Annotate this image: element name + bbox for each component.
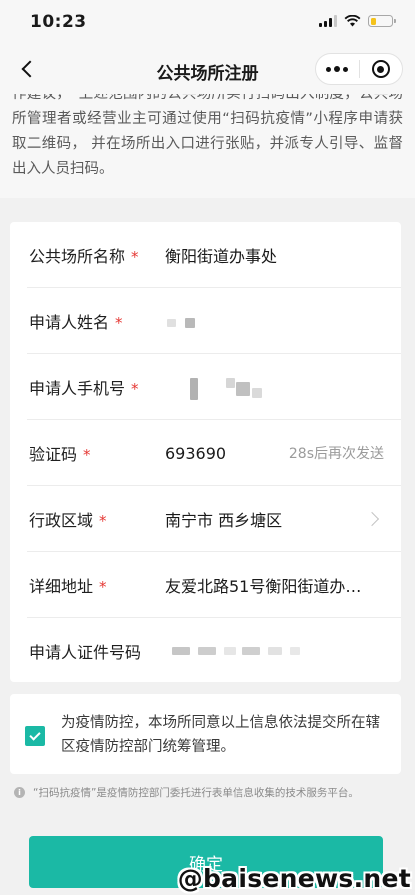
miniprogram-capsule — [315, 53, 403, 85]
redacted-block — [224, 647, 236, 655]
redacted-block — [242, 647, 260, 655]
redacted-block — [252, 388, 262, 398]
target-circle-icon — [371, 60, 390, 78]
redacted-block — [190, 378, 198, 400]
id-number-row[interactable]: 申请人证件号码 — [10, 618, 401, 684]
required-mark: * — [131, 380, 139, 398]
verification-code-label: 验证码 * — [29, 445, 91, 464]
address-row[interactable]: 详细地址 * 友爱北路51号衡阳街道办… — [10, 552, 401, 618]
venue-name-row[interactable]: 公共场所名称 * 衡阳街道办事处 — [10, 222, 401, 288]
venue-name-label: 公共场所名称 * — [29, 247, 139, 266]
required-mark: * — [115, 314, 123, 332]
status-icons — [319, 15, 396, 27]
verification-code-input[interactable]: 693690 — [165, 444, 226, 463]
registration-form: 公共场所名称 * 衡阳街道办事处 申请人姓名 * 申请人手机号 * 验证码 * 6936… — [10, 222, 401, 682]
more-button[interactable] — [316, 54, 359, 84]
redacted-block — [236, 382, 250, 396]
chevron-right-icon — [364, 511, 380, 527]
consent-section: 为疫情防控，本场所同意以上信息依法提交所在辖区疫情防控部门统筹管理。 — [10, 694, 401, 774]
notice-text: “扫码抗疫情”是疫情防控部门委托进行表单信息收集的技术服务平台。 — [33, 787, 359, 799]
redacted-block — [198, 647, 216, 655]
address-label: 详细地址 * — [29, 577, 107, 596]
info-icon: i — [14, 787, 25, 798]
status-time: 10:23 — [30, 12, 87, 32]
id-number-label: 申请人证件号码 — [29, 643, 142, 662]
intro-text: 作建议，“上述范围内的公共场所实行扫码出入制度，公共场所管理者或经营业主可通过使… — [12, 94, 403, 177]
applicant-phone-label: 申请人手机号 * — [29, 379, 139, 398]
resend-code-button[interactable]: 28s后再次发送 — [289, 443, 384, 463]
district-label: 行政区域 * — [29, 511, 107, 530]
district-select[interactable]: 南宁市 西乡塘区 — [165, 507, 282, 531]
more-dots-icon — [326, 66, 349, 72]
applicant-name-label: 申请人姓名 * — [29, 313, 123, 332]
status-bar: 10:23 — [0, 0, 415, 44]
required-mark: * — [99, 512, 107, 530]
platform-notice: i “扫码抗疫情”是疫情防控部门委托进行表单信息收集的技术服务平台。 — [14, 785, 405, 800]
redacted-block — [172, 647, 190, 655]
applicant-phone-row[interactable]: 申请人手机号 * — [10, 354, 401, 420]
applicant-name-row[interactable]: 申请人姓名 * — [10, 288, 401, 354]
battery-level — [370, 17, 376, 25]
venue-name-input[interactable]: 衡阳街道办事处 — [165, 243, 277, 267]
wifi-icon — [344, 15, 361, 27]
cellular-signal-icon — [319, 15, 337, 27]
required-mark: * — [99, 578, 107, 596]
navigation-bar: 公共场所注册 — [0, 44, 415, 94]
redacted-block — [167, 319, 176, 327]
intro-section: 作建议，“上述范围内的公共场所实行扫码出入制度，公共场所管理者或经营业主可通过使… — [0, 94, 415, 198]
checkmark-icon — [29, 729, 41, 741]
required-mark: * — [83, 446, 91, 464]
verification-code-row[interactable]: 验证码 * 693690 28s后再次发送 — [10, 420, 401, 486]
close-miniprogram-button[interactable] — [360, 54, 403, 84]
consent-text: 为疫情防控，本场所同意以上信息依法提交所在辖区疫情防控部门统筹管理。 — [61, 715, 380, 755]
district-row[interactable]: 行政区域 * 南宁市 西乡塘区 — [10, 486, 401, 552]
watermark-text: @baisenews.net — [177, 864, 411, 893]
battery-icon — [368, 15, 396, 27]
consent-checkbox[interactable] — [25, 726, 45, 746]
address-input[interactable]: 友爱北路51号衡阳街道办… — [165, 573, 361, 597]
redacted-block — [290, 647, 300, 655]
redacted-block — [185, 318, 195, 328]
redacted-block — [268, 647, 282, 655]
redacted-block — [226, 378, 235, 388]
required-mark: * — [131, 248, 139, 266]
